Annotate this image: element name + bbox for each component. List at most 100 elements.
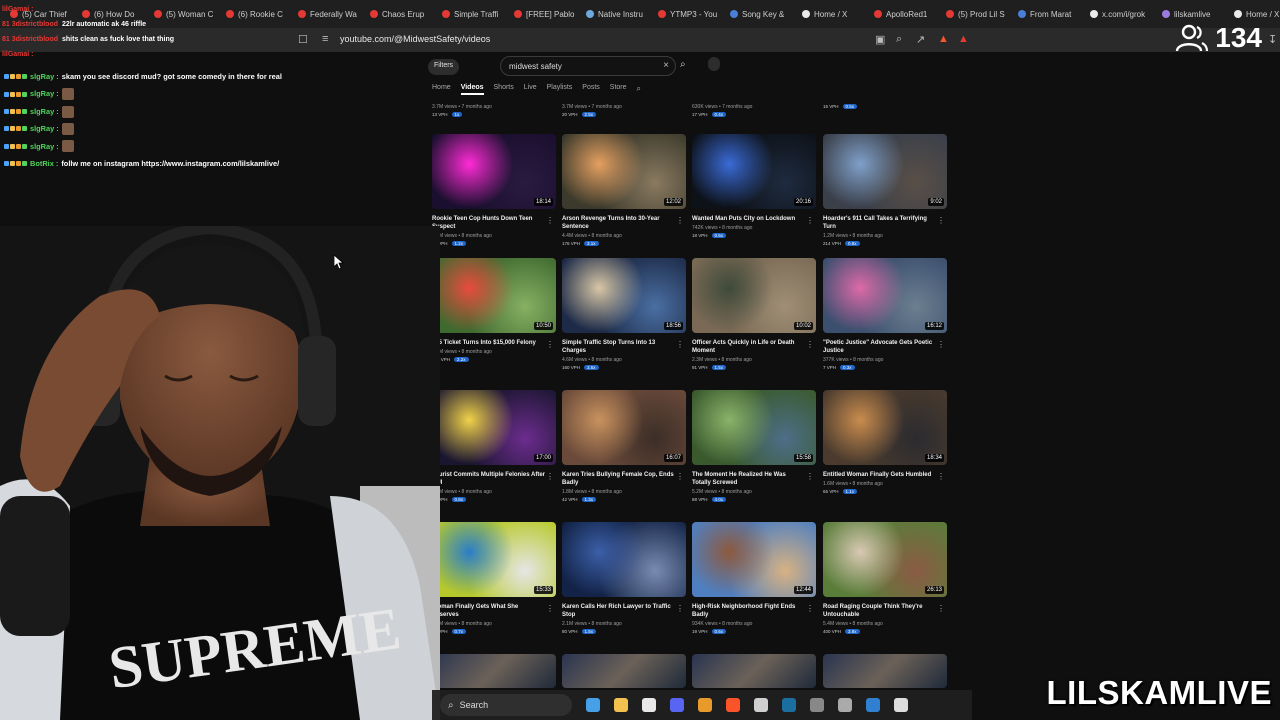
tab-shorts[interactable]: Shorts — [494, 84, 514, 95]
browser-tab[interactable]: Song Key & — [724, 3, 796, 25]
video-title[interactable]: The Moment He Realized He Was Totally Sc… — [692, 471, 816, 487]
more-options-icon[interactable]: ⋮ — [546, 340, 554, 349]
video-card[interactable]: 26:13 Road Raging Couple Think They're Un… — [823, 522, 947, 634]
chat-username[interactable]: lilGamai : — [2, 47, 34, 62]
more-options-icon[interactable]: ⋮ — [546, 604, 554, 613]
video-thumbnail[interactable]: 18:56 — [562, 258, 686, 333]
browser-tab[interactable]: YTMP3 - You — [652, 3, 724, 25]
video-thumbnail[interactable]: 10:50 — [432, 258, 556, 333]
video-title[interactable]: Simple Traffic Stop Turns Into 13 Charge… — [562, 339, 686, 355]
video-title[interactable]: Officer Acts Quickly in Life or Death Mo… — [692, 339, 816, 355]
video-thumbnail[interactable]: 17:00 — [432, 390, 556, 465]
video-thumbnail[interactable]: 16:12 — [823, 258, 947, 333]
browser-tab[interactable]: Chaos Erup — [364, 3, 436, 25]
browser-tab[interactable]: From Marat — [1012, 3, 1084, 25]
video-thumbnail-partial[interactable] — [823, 654, 947, 688]
video-title[interactable]: High-Risk Neighborhood Fight Ends Badly — [692, 603, 816, 619]
video-card[interactable]: 9:02 Hoarder's 911 Call Takes a Terrifyin… — [823, 134, 947, 246]
browser-tab[interactable]: x.com/i/grok — [1084, 3, 1156, 25]
video-title[interactable]: Road Raging Couple Think They're Untouch… — [823, 603, 947, 619]
video-title[interactable]: $15 Ticket Turns Into $15,000 Felony — [432, 339, 556, 347]
more-options-icon[interactable]: ⋮ — [676, 340, 684, 349]
video-title[interactable]: Karen Tries Bullying Female Cop, Ends Ba… — [562, 471, 686, 487]
more-options-icon[interactable]: ⋮ — [546, 472, 554, 481]
video-thumbnail[interactable]: 18:14 — [432, 134, 556, 209]
browser-tab[interactable]: Home / X — [796, 3, 868, 25]
video-title[interactable]: Entitled Woman Finally Gets Humbled — [823, 471, 947, 479]
media-icon[interactable] — [894, 698, 908, 712]
brave-icon[interactable] — [726, 698, 740, 712]
channel-search-icon[interactable]: ⌕ — [637, 84, 641, 95]
app4-icon[interactable] — [866, 698, 880, 712]
app-icon[interactable] — [698, 698, 712, 712]
video-card[interactable]: 12:44 High-Risk Neighborhood Fight Ends B… — [692, 522, 816, 634]
youtube-search-input[interactable]: midwest safety × — [500, 56, 676, 76]
more-options-icon[interactable]: ⋮ — [937, 604, 945, 613]
rewards-icon[interactable]: ▲ — [958, 33, 969, 45]
chat-username[interactable]: slgRay : — [30, 138, 59, 155]
obs-icon[interactable] — [754, 698, 768, 712]
tab-store[interactable]: Store — [610, 84, 627, 95]
video-title[interactable]: Hoarder's 911 Call Takes a Terrifying Tu… — [823, 215, 947, 231]
browser-tab[interactable]: [FREE] Pablo — [508, 3, 580, 25]
video-card[interactable]: 20:16 Wanted Man Puts City on Lockdown 742… — [692, 134, 816, 238]
more-options-icon[interactable]: ⋮ — [937, 340, 945, 349]
video-thumbnail[interactable]: 15:58 — [692, 390, 816, 465]
browser-tab[interactable]: Native Instru — [580, 3, 652, 25]
video-title[interactable]: Tourist Commits Multiple Felonies After … — [432, 471, 556, 487]
more-options-icon[interactable]: ⋮ — [806, 216, 814, 225]
browser-tab[interactable]: (5) Prod Lil S — [940, 3, 1012, 25]
download-icon[interactable]: ↧ — [1268, 33, 1277, 46]
video-thumbnail[interactable]: 12:44 — [692, 522, 816, 597]
video-thumbnail[interactable]: 15:33 — [432, 522, 556, 597]
chat-username[interactable]: 81 3districtblood — [2, 17, 58, 32]
video-card-partial[interactable]: 3.7M views • 7 months ago 13 VPH 1x — [432, 100, 556, 117]
video-card[interactable]: 10:50 $15 Ticket Turns Into $15,000 Felon… — [432, 258, 556, 362]
video-card[interactable]: 18:14 Rookie Teen Cop Hunts Down Teen Sus… — [432, 134, 556, 246]
browser-tab[interactable]: Federally Wa — [292, 3, 364, 25]
browser-tab[interactable]: (6) Rookie C — [220, 3, 292, 25]
video-thumbnail[interactable]: 12:02 — [562, 134, 686, 209]
video-card[interactable]: 18:34 Entitled Woman Finally Gets Humbled… — [823, 390, 947, 494]
more-options-icon[interactable]: ⋮ — [676, 472, 684, 481]
video-title[interactable]: "Poetic Justice" Advocate Gets Poetic Ju… — [823, 339, 947, 355]
more-options-icon[interactable]: ⋮ — [676, 604, 684, 613]
video-thumbnail[interactable]: 16:07 — [562, 390, 686, 465]
tab-videos[interactable]: Videos — [460, 84, 484, 95]
video-card[interactable]: 12:02 Arson Revenge Turns Into 30-Year Se… — [562, 134, 686, 246]
video-thumbnail-partial[interactable] — [432, 654, 556, 688]
filters-button[interactable]: Filters — [428, 59, 460, 75]
video-title[interactable]: Arson Revenge Turns Into 30-Year Sentenc… — [562, 215, 686, 231]
video-card-partial[interactable]: 15 VPH 0.5x — [823, 100, 947, 109]
more-options-icon[interactable]: ⋮ — [806, 340, 814, 349]
video-card[interactable]: 15:58 The Moment He Realized He Was Total… — [692, 390, 816, 502]
more-options-icon[interactable]: ⋮ — [806, 604, 814, 613]
video-title[interactable]: Wanted Man Puts City on Lockdown — [692, 215, 816, 223]
taskbar-search[interactable]: ⌕ Search — [440, 694, 572, 716]
more-options-icon[interactable]: ⋮ — [676, 216, 684, 225]
bookmark-icon[interactable]: ☐ — [298, 33, 308, 46]
tab-live[interactable]: Live — [524, 84, 537, 95]
discord-icon[interactable] — [670, 698, 684, 712]
video-card[interactable]: 16:07 Karen Tries Bullying Female Cop, En… — [562, 390, 686, 502]
app2-icon[interactable] — [810, 698, 824, 712]
video-card[interactable]: 16:12 "Poetic Justice" Advocate Gets Poet… — [823, 258, 947, 370]
chat-username[interactable]: slgRay : — [30, 120, 59, 137]
video-card-partial[interactable]: 3.7M views • 7 months ago 20 VPH 2.5x — [562, 100, 686, 117]
more-options-icon[interactable]: ⋮ — [806, 472, 814, 481]
video-thumbnail[interactable] — [562, 522, 686, 597]
microphone-icon[interactable] — [708, 57, 720, 71]
video-thumbnail[interactable]: 10:02 — [692, 258, 816, 333]
video-thumbnail[interactable]: 26:13 — [823, 522, 947, 597]
site-info-icon[interactable]: ≡ — [322, 33, 328, 45]
video-card-partial[interactable]: 630K views • 7 months ago 17 VPH 0.4x — [692, 100, 816, 117]
tab-posts[interactable]: Posts — [582, 84, 600, 95]
chat-username[interactable]: slgRay : — [30, 103, 59, 120]
video-thumbnail[interactable]: 20:16 — [692, 134, 816, 209]
screen-icon[interactable]: ▣ — [875, 33, 885, 46]
copilot-icon[interactable] — [586, 698, 600, 712]
tab-home[interactable]: Home — [432, 84, 451, 95]
more-options-icon[interactable]: ⋮ — [546, 216, 554, 225]
store-icon[interactable] — [642, 698, 656, 712]
chat-username[interactable]: slgRay : — [30, 68, 59, 85]
